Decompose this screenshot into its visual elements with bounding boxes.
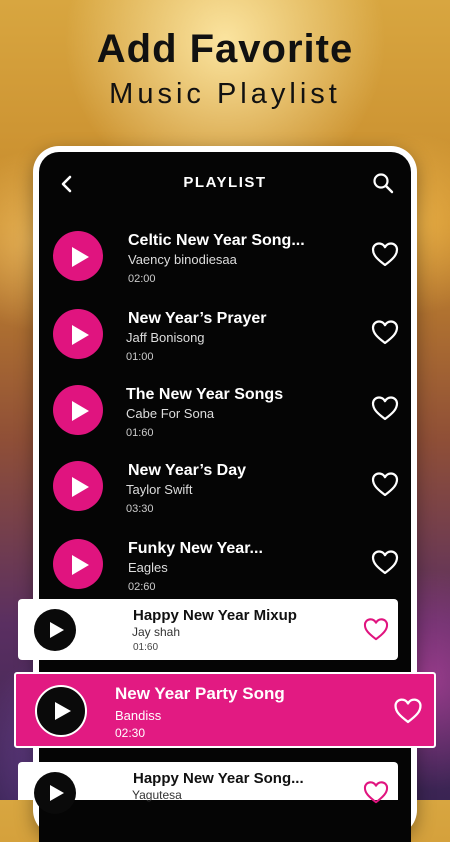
song-title: The New Year Songs	[126, 386, 284, 403]
heart-icon[interactable]	[371, 241, 399, 267]
playlist-item[interactable]: The New Year Songs Cabe For Sona 01:60	[39, 372, 411, 448]
heart-icon[interactable]	[393, 697, 423, 724]
play-icon	[72, 477, 89, 497]
heart-icon[interactable]	[371, 319, 399, 345]
play-button[interactable]	[34, 772, 76, 814]
play-button[interactable]	[53, 461, 103, 511]
playlist-item[interactable]: New Year’s Prayer Jaff Bonisong 01:00	[39, 296, 411, 372]
song-artist: Vaency binodiesaa	[128, 252, 237, 267]
song-artist: Cabe For Sona	[126, 406, 215, 421]
play-icon	[72, 247, 89, 267]
song-artist: Jay shah	[132, 625, 181, 639]
song-title: Happy New Year Mixup	[133, 607, 297, 624]
song-title: New Year’s Day	[128, 462, 247, 479]
song-duration: 01:60	[133, 642, 159, 653]
song-title: Funky New Year...	[128, 540, 263, 557]
headline-line-2: Music Playlist	[109, 78, 341, 110]
song-duration: 02:30	[115, 726, 146, 740]
playlist-item-card[interactable]: Happy New Year Song... Yagutesa	[18, 762, 398, 814]
play-icon	[55, 702, 71, 720]
song-duration: 01:00	[126, 351, 154, 363]
app-bar: PLAYLIST	[39, 152, 411, 216]
song-artist: Bandiss	[115, 708, 162, 723]
play-icon	[72, 325, 89, 345]
now-playing-card[interactable]: New Year Party Song Bandiss 02:30	[14, 672, 436, 748]
headline-line-1: Add Favorite	[96, 27, 354, 71]
song-duration: 01:60	[126, 427, 154, 439]
play-button[interactable]	[34, 609, 76, 651]
heart-icon[interactable]	[371, 549, 399, 575]
song-title: New Year Party Song	[115, 684, 285, 703]
heart-icon[interactable]	[371, 395, 399, 421]
song-artist: Eagles	[128, 560, 168, 575]
promo-headline: Add Favorite Music Playlist	[0, 26, 450, 112]
heart-icon[interactable]	[363, 617, 389, 641]
play-button[interactable]	[35, 685, 87, 737]
play-button[interactable]	[53, 231, 103, 281]
heart-icon[interactable]	[363, 780, 389, 804]
play-button[interactable]	[53, 539, 103, 589]
song-duration: 02:00	[128, 273, 156, 285]
playlist-item[interactable]: Celtic New Year Song... Vaency binodiesa…	[39, 218, 411, 294]
page-title: PLAYLIST	[183, 174, 267, 191]
playlist-item[interactable]: New Year’s Day Taylor Swift 03:30	[39, 448, 411, 524]
song-title: New Year’s Prayer	[128, 310, 267, 327]
song-title: Celtic New Year Song...	[128, 232, 305, 249]
song-artist: Taylor Swift	[126, 482, 193, 497]
song-artist: Jaff Bonisong	[126, 330, 205, 345]
search-icon[interactable]	[371, 171, 395, 195]
song-duration: 03:30	[126, 503, 154, 515]
play-icon	[50, 785, 64, 801]
play-icon	[72, 555, 89, 575]
playlist-item[interactable]: Funky New Year... Eagles 02:60	[39, 526, 411, 602]
playlist-item-card[interactable]: Happy New Year Mixup Jay shah 01:60	[18, 599, 398, 660]
song-duration: 02:60	[128, 581, 156, 593]
play-icon	[50, 622, 64, 638]
play-icon	[72, 401, 89, 421]
play-button[interactable]	[53, 385, 103, 435]
song-title: Happy New Year Song...	[133, 770, 304, 787]
heart-icon[interactable]	[371, 471, 399, 497]
play-button[interactable]	[53, 309, 103, 359]
